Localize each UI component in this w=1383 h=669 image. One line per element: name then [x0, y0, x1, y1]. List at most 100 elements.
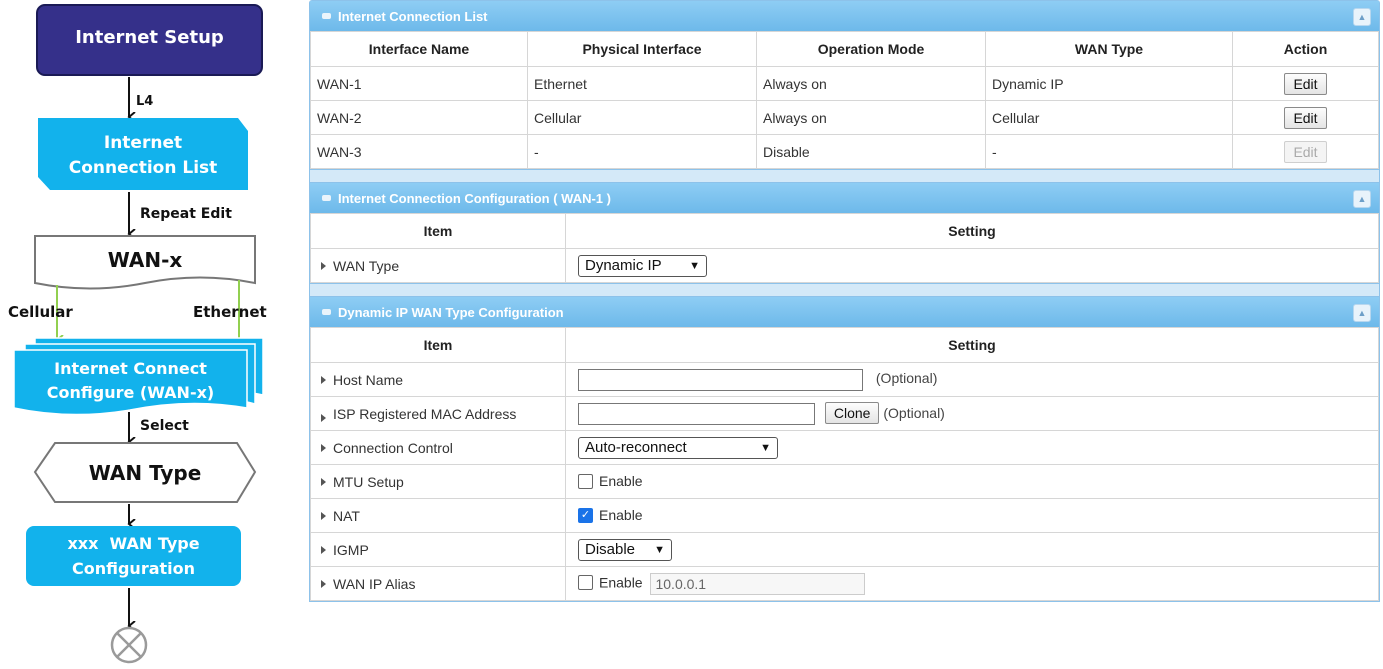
type-config-text-2: Configuration — [71, 559, 196, 578]
l4-label: L4 — [136, 94, 154, 109]
alias-enable-label: Enable — [599, 574, 643, 591]
table-row: WAN-2 Cellular Always on Cellular Edit — [310, 100, 1379, 135]
connection-control-select[interactable]: Auto-reconnect ▼ — [578, 436, 778, 459]
nat-enable-checkbox[interactable]: ✓ — [578, 507, 593, 523]
dynamic-ip-title: Dynamic IP WAN Type Configuration — [338, 304, 564, 320]
chevron-down-icon: ▼ — [689, 259, 700, 272]
connection-config-title: Internet Connection Configuration ( WAN-… — [338, 190, 611, 206]
table-row: NAT ✓ Enable — [310, 498, 1379, 533]
edit-button-wan-3: Edit — [1284, 140, 1327, 163]
connection-list-text-2: Connection List — [68, 158, 218, 178]
col-action: Action — [1232, 31, 1379, 67]
connection-list-text-1: Internet — [103, 133, 183, 153]
col-setting: Setting — [565, 327, 1379, 363]
alias-ip-input[interactable]: 10.0.0.1 — [650, 572, 866, 595]
col-item: Item — [310, 213, 566, 249]
repeat-edit-label: Repeat Edit — [140, 206, 232, 222]
col-wan-type: WAN Type — [985, 31, 1233, 67]
connection-config-table: Item Setting WAN Type Dynamic IP ▼ — [310, 213, 1379, 283]
type-config-text-1: xxx WAN Type — [67, 534, 200, 553]
table-row: WAN-3 - Disable - Edit — [310, 134, 1379, 169]
connection-list-box — [38, 118, 248, 190]
panel-icon — [322, 13, 331, 19]
bullet-icon — [321, 545, 326, 554]
wan-type-select[interactable]: Dynamic IP ▼ — [578, 254, 707, 277]
bullet-icon — [321, 261, 326, 270]
col-physical-interface: Physical Interface — [527, 31, 757, 67]
alias-enable-checkbox[interactable] — [578, 575, 593, 590]
alias-label: WAN IP Alias — [333, 575, 416, 592]
flowchart: Internet Setup L4 Internet Connection Li… — [0, 0, 290, 669]
table-row: WAN Type Dynamic IP ▼ — [310, 248, 1379, 283]
table-row: WAN-1 Ethernet Always on Dynamic IP Edit — [310, 66, 1379, 101]
bullet-icon — [321, 579, 326, 588]
wan-type-text: WAN Type — [88, 461, 202, 485]
cell-mode: Always on — [756, 66, 986, 101]
wan-type-label: WAN Type — [333, 257, 400, 274]
optional-note: (Optional) — [875, 370, 938, 387]
cell-physical: - — [527, 134, 757, 169]
bullet-icon — [321, 477, 326, 486]
mac-input[interactable] — [578, 403, 815, 426]
edit-button-wan-1[interactable]: Edit — [1284, 72, 1327, 95]
optional-note: (Optional) — [883, 404, 945, 421]
col-item: Item — [310, 327, 566, 363]
collapse-icon[interactable]: ▲ — [1353, 304, 1371, 322]
panel-spacer — [309, 284, 1380, 296]
cellular-label: Cellular — [8, 303, 73, 321]
mtu-enable-label: Enable — [599, 473, 643, 490]
cell-type: Cellular — [985, 100, 1233, 135]
col-operation-mode: Operation Mode — [756, 31, 986, 67]
host-name-input[interactable] — [578, 368, 863, 391]
igmp-select[interactable]: Disable ▼ — [578, 538, 672, 561]
igmp-label: IGMP — [333, 541, 369, 558]
ethernet-label: Ethernet — [193, 303, 267, 321]
mtu-enable-checkbox[interactable] — [578, 473, 593, 489]
cell-name: WAN-3 — [310, 134, 528, 169]
select-label: Select — [140, 418, 189, 434]
cell-name: WAN-1 — [310, 66, 528, 101]
bullet-icon — [321, 413, 326, 422]
configure-text-2: Configure (WAN-x) — [46, 383, 215, 402]
collapse-icon[interactable]: ▲ — [1353, 190, 1371, 208]
edit-button-wan-2[interactable]: Edit — [1284, 106, 1327, 129]
mtu-label: MTU Setup — [333, 473, 404, 490]
clone-button[interactable]: Clone — [824, 401, 880, 424]
chevron-down-icon: ▼ — [654, 543, 665, 556]
chevron-down-icon: ▼ — [760, 441, 771, 454]
connection-config-header: Internet Connection Configuration ( WAN-… — [310, 183, 1379, 213]
host-name-label: Host Name — [333, 371, 404, 388]
table-header-row: Interface Name Physical Interface Operat… — [310, 31, 1379, 67]
wan-x-text: WAN-x — [107, 248, 183, 272]
table-row: WAN IP Alias Enable 10.0.0.1 — [310, 566, 1379, 601]
panel-icon — [322, 309, 331, 315]
panel-icon — [322, 195, 331, 201]
configure-text-1: Internet Connect — [54, 359, 207, 378]
cell-type: Dynamic IP — [985, 66, 1233, 101]
col-interface-name: Interface Name — [310, 31, 528, 67]
connection-list-title: Internet Connection List — [338, 8, 488, 24]
connection-control-value: Auto-reconnect — [585, 439, 687, 456]
connection-list-header: Internet Connection List ▲ — [310, 1, 1379, 31]
panel-spacer — [309, 170, 1380, 182]
cell-mode: Disable — [756, 134, 986, 169]
connection-list-panel: Internet Connection List ▲ Interface Nam… — [309, 0, 1380, 170]
bullet-icon — [321, 511, 326, 520]
bullet-icon — [321, 375, 326, 384]
nat-label: NAT — [333, 507, 360, 524]
end-symbol — [110, 626, 148, 664]
cell-physical: Ethernet — [527, 66, 757, 101]
table-row: ISP Registered MAC Address Clone (Option… — [310, 396, 1379, 431]
mac-label: ISP Registered MAC Address — [333, 405, 517, 422]
dynamic-ip-header: Dynamic IP WAN Type Configuration ▲ — [310, 297, 1379, 327]
cell-type: - — [985, 134, 1233, 169]
cell-physical: Cellular — [527, 100, 757, 135]
table-row: MTU Setup Enable — [310, 464, 1379, 499]
internet-setup-text: Internet Setup — [75, 27, 224, 48]
cell-name: WAN-2 — [310, 100, 528, 135]
config-panels: Internet Connection List ▲ Interface Nam… — [309, 0, 1380, 602]
col-setting: Setting — [565, 213, 1379, 249]
bullet-icon — [321, 443, 326, 452]
nat-enable-label: Enable — [599, 507, 643, 524]
collapse-icon[interactable]: ▲ — [1353, 8, 1371, 26]
